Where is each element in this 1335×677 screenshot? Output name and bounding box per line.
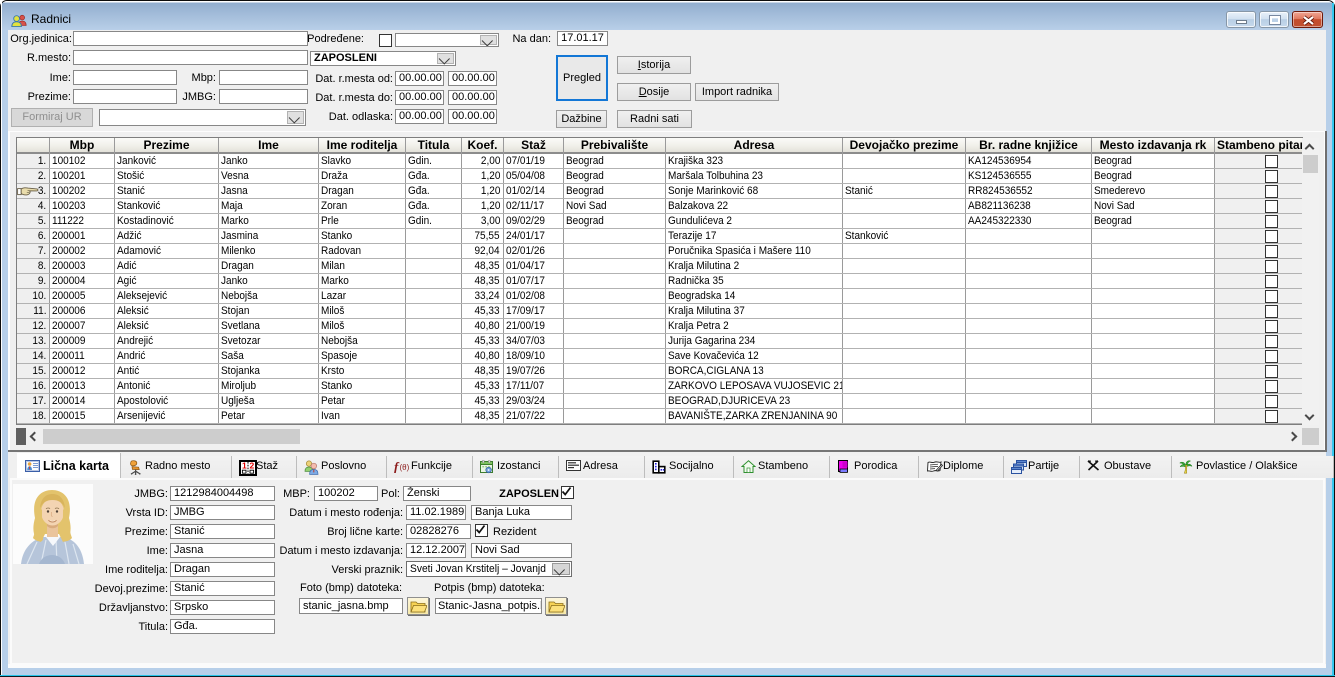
svg-text:(θ): (θ) xyxy=(400,463,410,472)
svg-text:2: 2 xyxy=(250,461,255,471)
svg-text:1: 1 xyxy=(242,461,247,471)
